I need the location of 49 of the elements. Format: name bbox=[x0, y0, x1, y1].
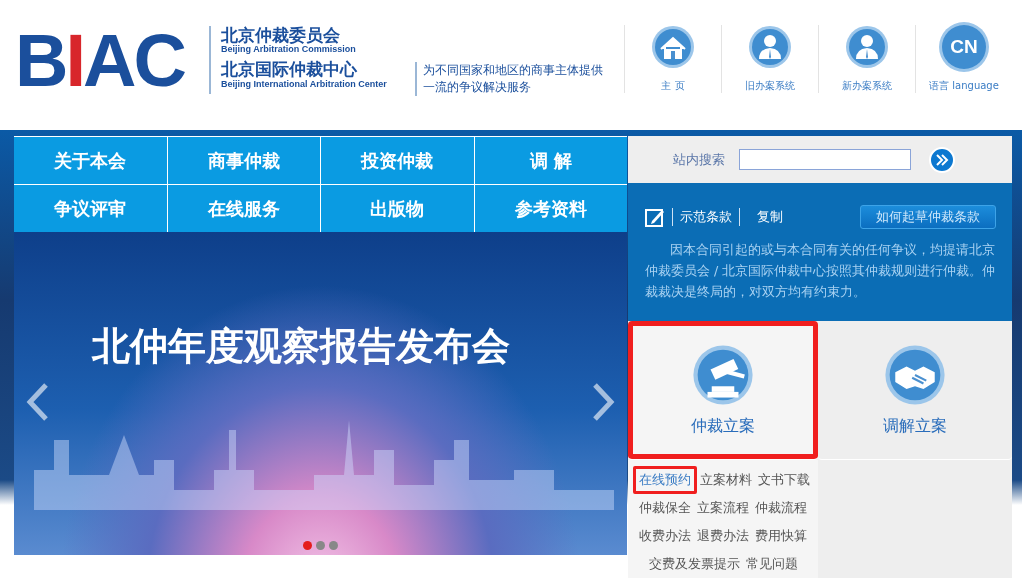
nav-item[interactable]: 关于本会 bbox=[14, 137, 167, 184]
quick-link[interactable]: 交费及发票提示 bbox=[645, 553, 743, 575]
org-name: 北京仲裁委员会 bbox=[221, 25, 341, 45]
nav-item[interactable]: 争议评审 bbox=[14, 185, 167, 232]
language-icon[interactable]: CN bbox=[942, 25, 986, 69]
search-button[interactable] bbox=[929, 146, 955, 173]
quick-link[interactable]: 在线预约 bbox=[633, 466, 697, 494]
edit-icon bbox=[645, 207, 665, 227]
search-field[interactable] bbox=[739, 149, 911, 170]
quick-link[interactable]: 文书下载 bbox=[755, 469, 813, 491]
slide-dot[interactable] bbox=[303, 541, 312, 550]
quick-link[interactable]: 仲裁保全 bbox=[636, 497, 694, 519]
model-clause-text: 因本合同引起的或与本合同有关的任何争议，均提请北京仲裁委员会 / 北京国际仲裁中心按照其仲裁规则进行仲裁。仲裁裁决是终局的，对双方均有约束力。 bbox=[645, 241, 996, 301]
org-name-english: Beijing International Arbitration Center bbox=[221, 78, 387, 90]
banner-title: 北仲年度观察报告发布会 bbox=[92, 327, 510, 365]
quick-link[interactable]: 退费办法 bbox=[694, 525, 752, 547]
search-label: 站内搜索 bbox=[673, 150, 725, 169]
quick-link[interactable]: 收费办法 bbox=[636, 525, 694, 547]
org-name-english: Beijing Arbitration Commission bbox=[221, 44, 357, 55]
quick-link[interactable]: 常见问题 bbox=[742, 553, 801, 575]
header-link[interactable]: 旧办案系统 bbox=[745, 79, 795, 93]
nav-item[interactable]: 在线服务 bbox=[167, 185, 320, 232]
home-icon bbox=[651, 25, 695, 69]
case-filing-tile[interactable]: 仲裁立案 bbox=[628, 321, 818, 460]
gavel-icon bbox=[692, 343, 754, 406]
logo: BIAC bbox=[15, 24, 186, 98]
slide-dot[interactable] bbox=[329, 541, 338, 550]
header-link[interactable]: 新办案系统 bbox=[842, 79, 892, 93]
user-icon bbox=[845, 25, 889, 69]
org-name: 北京国际仲裁中心 bbox=[221, 60, 358, 79]
nav-item[interactable]: 出版物 bbox=[321, 185, 474, 232]
double-chevron-icon bbox=[935, 152, 949, 167]
quick-link[interactable]: 仲裁流程 bbox=[752, 497, 810, 519]
handshake-icon bbox=[884, 343, 946, 406]
user-icon bbox=[748, 25, 792, 69]
drafting-guide-button[interactable]: 如何起草仲裁条款 bbox=[860, 205, 996, 229]
model-clause-label[interactable]: 示范条款 bbox=[680, 208, 732, 226]
slide-dot[interactable] bbox=[316, 541, 325, 550]
nav-item[interactable]: 参考资料 bbox=[474, 185, 627, 232]
header-link[interactable]: 主 页 bbox=[661, 79, 685, 93]
nav-item[interactable]: 调 解 bbox=[474, 137, 627, 184]
nav-item[interactable]: 投资仲裁 bbox=[321, 137, 474, 184]
tagline: 为不同国家和地区的商事主体提供 一流的争议解决服务 bbox=[414, 62, 608, 96]
copy-link[interactable]: 复制 bbox=[757, 208, 783, 226]
quick-link[interactable]: 费用快算 bbox=[752, 525, 810, 547]
quick-link[interactable]: 立案流程 bbox=[694, 497, 752, 519]
header-link[interactable]: 语言 language bbox=[929, 79, 999, 93]
quick-link[interactable]: 立案材料 bbox=[697, 469, 755, 491]
nav-item[interactable]: 商事仲裁 bbox=[167, 137, 320, 184]
